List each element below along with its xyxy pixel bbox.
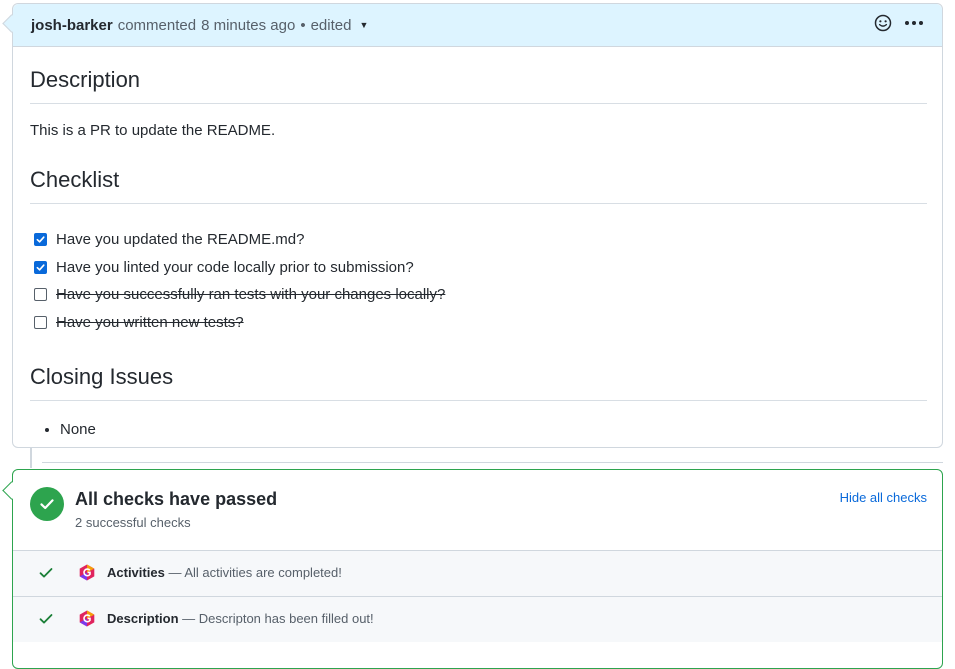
closing-issues-section: Closing Issues None xyxy=(30,364,927,438)
comment-action: commented xyxy=(117,16,197,34)
list-item: None xyxy=(60,421,927,438)
check-dash: — xyxy=(182,611,196,626)
checklist-heading: Checklist xyxy=(30,167,927,204)
comment-actions xyxy=(874,14,924,32)
task-label-struck: Have you written new tests? xyxy=(56,313,244,331)
check-icon xyxy=(39,613,53,628)
check-name: Description xyxy=(107,611,179,626)
check-dash: — xyxy=(168,565,182,580)
timeline-connector xyxy=(30,448,32,468)
check-message: Descripton has been filled out! xyxy=(198,611,374,626)
task-list: Have you updated the README.md? Have you… xyxy=(30,226,927,336)
check-row[interactable]: Activities — All activities are complete… xyxy=(13,550,942,596)
comment-author[interactable]: josh-barker xyxy=(31,17,113,34)
checklist-section: Checklist Have you updated the README.md… xyxy=(30,167,927,336)
check-row-text: Description — Descripton has been filled… xyxy=(107,611,374,626)
merge-checks-box: All checks have passed 2 successful chec… xyxy=(12,469,943,669)
comment-body: Description This is a PR to update the R… xyxy=(13,47,942,438)
meta-separator: • xyxy=(300,16,306,34)
description-heading: Description xyxy=(30,67,927,104)
task-item: Have you successfully ran tests with you… xyxy=(30,281,927,309)
task-label-struck: Have you successfully ran tests with you… xyxy=(56,286,446,304)
check-message: All activities are completed! xyxy=(184,565,342,580)
task-item: Have you linted your code locally prior … xyxy=(30,254,927,282)
check-name: Activities xyxy=(107,565,165,580)
timeline-divider xyxy=(42,462,943,463)
checkbox-checked[interactable] xyxy=(34,260,47,274)
comment-time[interactable]: 8 minutes ago xyxy=(201,17,295,34)
task-item: Have you updated the README.md? xyxy=(30,226,927,254)
kebab-horizontal-icon[interactable] xyxy=(904,20,924,26)
checkbox-unchecked[interactable] xyxy=(34,315,47,329)
pr-comment: josh-barker commented 8 minutes ago • ed… xyxy=(12,3,943,448)
check-circle-icon xyxy=(30,487,64,521)
check-row-text: Activities — All activities are complete… xyxy=(107,565,342,580)
checks-subtitle: 2 successful checks xyxy=(75,515,191,530)
closing-issues-heading: Closing Issues xyxy=(30,364,927,401)
task-label: Have you updated the README.md? xyxy=(56,231,305,249)
checkbox-unchecked[interactable] xyxy=(34,288,47,302)
app-logo-icon xyxy=(79,610,95,630)
check-icon xyxy=(39,567,53,582)
check-row[interactable]: Description — Descripton has been filled… xyxy=(13,596,942,642)
comment-header: josh-barker commented 8 minutes ago • ed… xyxy=(13,4,942,47)
checkbox-checked[interactable] xyxy=(34,233,47,247)
closing-issues-list: None xyxy=(30,421,927,438)
task-label: Have you linted your code locally prior … xyxy=(56,258,414,276)
smiley-icon[interactable] xyxy=(874,14,892,32)
hide-all-checks-link[interactable]: Hide all checks xyxy=(840,490,927,505)
description-text: This is a PR to update the README. xyxy=(30,122,276,139)
checks-header: All checks have passed 2 successful chec… xyxy=(13,470,942,550)
checks-title: All checks have passed xyxy=(75,489,278,509)
caret-down-icon[interactable]: ▼ xyxy=(359,20,368,30)
task-item: Have you written new tests? xyxy=(30,309,927,337)
app-logo-icon xyxy=(79,564,95,584)
edited-label[interactable]: edited xyxy=(311,17,352,34)
